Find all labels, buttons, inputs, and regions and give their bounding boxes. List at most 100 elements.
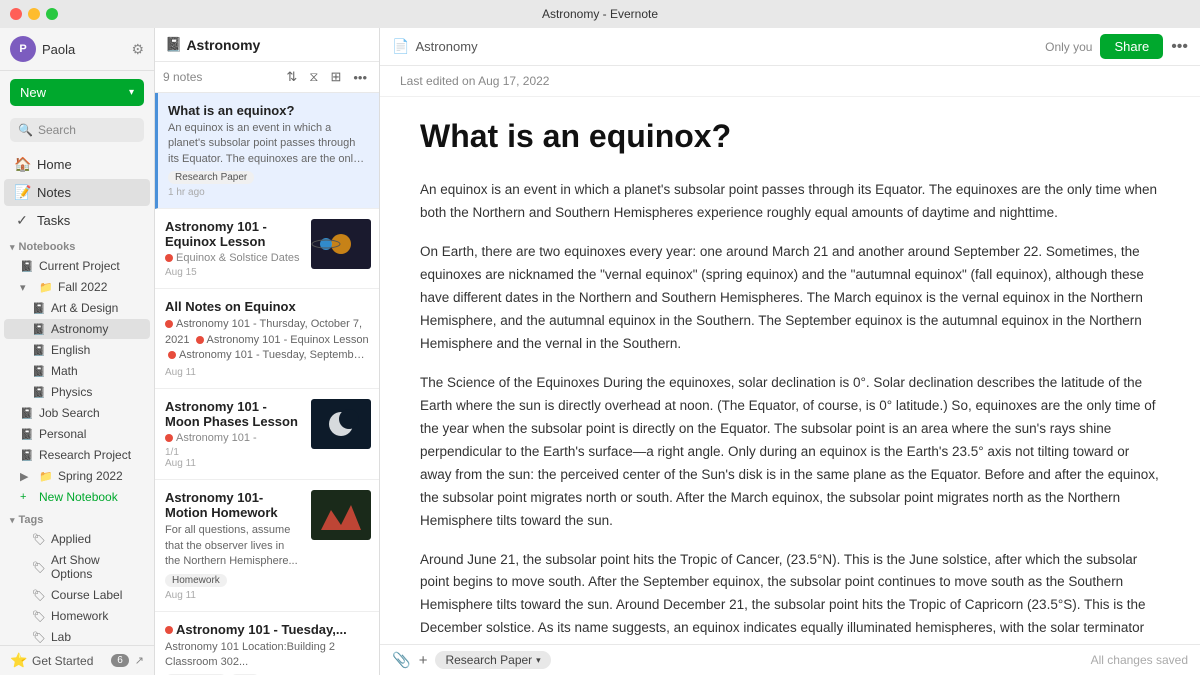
notebook-icon: 📓 xyxy=(20,260,34,273)
editor-toolbar-left: 📄 Astronomy xyxy=(392,38,1037,55)
note-tags: Homework xyxy=(165,574,369,587)
red-dot xyxy=(165,626,173,634)
editor-toolbar: 📄 Astronomy Only you Share ••• xyxy=(380,28,1200,66)
sidebar-item-research-project[interactable]: 📓 Research Project xyxy=(4,445,150,465)
note-thumbnail xyxy=(311,399,371,449)
sidebar-item-math[interactable]: 📓 Math xyxy=(4,361,150,381)
close-button[interactable] xyxy=(10,8,22,20)
notebook-icon: 📓 xyxy=(20,428,34,441)
red-dot xyxy=(196,336,204,344)
tag-label: Applied xyxy=(51,532,91,546)
sidebar-item-physics[interactable]: 📓 Physics xyxy=(4,382,150,402)
maximize-button[interactable] xyxy=(46,8,58,20)
tag-icon: 🏷 xyxy=(32,589,46,602)
tag-label: Homework xyxy=(51,609,108,623)
note-list: 📓 Astronomy 9 notes ⇅ ⧖ ⊞ ••• What is an… xyxy=(155,28,380,675)
sidebar-item-astronomy[interactable]: 📓 Astronomy xyxy=(4,319,150,339)
tag-icon: 🏷 xyxy=(32,631,46,644)
tag-chip: Research Paper xyxy=(168,171,254,184)
sidebar-item-lab[interactable]: 🏷 Lab xyxy=(4,627,150,645)
footer-tag[interactable]: Research Paper ▾ xyxy=(435,651,550,669)
add-note-icon[interactable]: 📎 xyxy=(392,651,411,669)
editor-footer: 📎 + Research Paper ▾ All changes saved xyxy=(380,644,1200,675)
notebook-icon: 📁 xyxy=(39,281,53,294)
paragraph: An equinox is an event in which a planet… xyxy=(420,179,1160,225)
more-options-button[interactable]: ••• xyxy=(1171,38,1188,56)
notebook-icon: 📁 xyxy=(39,470,53,483)
tags-section[interactable]: ▾ Tags xyxy=(0,508,154,528)
note-title: What is an equinox? xyxy=(168,103,369,118)
sidebar-item-english[interactable]: 📓 English xyxy=(4,340,150,360)
notebook-icon: 📓 xyxy=(32,386,46,399)
red-dot xyxy=(165,434,173,442)
window-controls[interactable] xyxy=(10,8,58,20)
note-date: Aug 11 xyxy=(165,590,369,601)
note-card[interactable]: Astronomy 101- Motion Homework For all q… xyxy=(155,480,379,611)
sidebar-item-course-label[interactable]: 🏷 Course Label xyxy=(4,585,150,605)
notebooks-section[interactable]: ▾ Notebooks xyxy=(0,235,154,255)
editor-area: 📄 Astronomy Only you Share ••• Last edit… xyxy=(380,28,1200,675)
tree-item-label: Current Project xyxy=(39,259,120,273)
editor-content[interactable]: What is an equinox? An equinox is an eve… xyxy=(380,97,1200,644)
note-card[interactable]: All Notes on Equinox Astronomy 101 - Thu… xyxy=(155,289,379,389)
note-card[interactable]: What is an equinox? An equinox is an eve… xyxy=(155,93,379,209)
chevron-icon: ▾ xyxy=(10,242,15,253)
list-toolbar: 9 notes ⇅ ⧖ ⊞ ••• xyxy=(155,62,379,93)
paragraph: The Science of the Equinoxes During the … xyxy=(420,372,1160,533)
tag-chip: Homework xyxy=(165,574,227,587)
view-icon[interactable]: ⊞ xyxy=(326,67,345,87)
search-bar[interactable]: 🔍 Search xyxy=(10,118,144,142)
sidebar-item-new-notebook[interactable]: + New Notebook xyxy=(4,487,150,507)
sidebar-item-art-design[interactable]: 📓 Art & Design xyxy=(4,298,150,318)
sidebar-item-applied[interactable]: 🏷 Applied xyxy=(4,529,150,549)
sidebar-item-job-search[interactable]: 📓 Job Search xyxy=(4,403,150,423)
note-date: 1 hr ago xyxy=(168,187,369,198)
gear-icon[interactable]: ⚙ xyxy=(131,41,144,58)
tree-item-label: Research Project xyxy=(39,448,131,462)
sidebar-item-personal[interactable]: 📓 Personal xyxy=(4,424,150,444)
paragraph: On Earth, there are two equinoxes every … xyxy=(420,241,1160,356)
note-thumbnail xyxy=(311,219,371,269)
sidebar-item-home[interactable]: 🏠 Home xyxy=(4,151,150,178)
tree-item-label: Fall 2022 xyxy=(58,280,107,294)
notebook-title: Astronomy xyxy=(186,37,369,53)
red-dot xyxy=(165,254,173,262)
minimize-button[interactable] xyxy=(28,8,40,20)
document-title: What is an equinox? xyxy=(420,117,1160,155)
filter-icon[interactable]: ⧖ xyxy=(305,67,322,87)
note-tags: Research Paper xyxy=(168,171,369,184)
search-icon: 🔍 xyxy=(18,123,33,137)
share-button[interactable]: Share xyxy=(1100,34,1163,59)
note-date: Aug 11 xyxy=(165,367,369,378)
red-dot xyxy=(165,320,173,328)
search-placeholder: Search xyxy=(38,123,76,137)
sidebar-footer[interactable]: ⭐ Get Started 6 ↗ xyxy=(0,645,154,675)
chevron-down-icon: ▾ xyxy=(536,655,541,666)
sidebar-item-fall-2022[interactable]: ▾ 📁 Fall 2022 xyxy=(4,277,150,297)
new-button[interactable]: New ▾ xyxy=(10,79,144,106)
sort-icon[interactable]: ⇅ xyxy=(282,67,301,87)
sidebar-item-spring-2022[interactable]: ▶ 📁 Spring 2022 xyxy=(4,466,150,486)
sidebar-item-label: Home xyxy=(37,157,72,172)
section-label: Tags xyxy=(19,514,44,526)
sidebar-item-homework[interactable]: 🏷 Homework xyxy=(4,606,150,626)
note-card[interactable]: Astronomy 101 - Equinox Lesson Equinox &… xyxy=(155,209,379,289)
document-body: An equinox is an event in which a planet… xyxy=(420,179,1160,644)
more-options-icon[interactable]: ••• xyxy=(349,68,371,87)
sidebar-item-tasks[interactable]: ✓ Tasks xyxy=(4,207,150,234)
sidebar-item-notes[interactable]: 📝 Notes xyxy=(4,179,150,206)
sidebar-item-current-project[interactable]: 📓 Current Project xyxy=(4,256,150,276)
add-icon: + xyxy=(20,491,34,503)
sidebar: P Paola ⚙ New ▾ 🔍 Search 🏠 Home 📝 Notes xyxy=(0,28,155,675)
tree-item-label: Astronomy xyxy=(51,322,108,336)
sidebar-item-label: Tasks xyxy=(37,213,70,228)
note-title: Astronomy 101 - Tuesday,... xyxy=(165,622,369,637)
editor-toolbar-right: Only you Share ••• xyxy=(1045,34,1188,59)
insert-icon[interactable]: + xyxy=(419,652,428,669)
note-card[interactable]: Astronomy 101 - Tuesday,... Astronomy 10… xyxy=(155,612,379,675)
editor-meta: Last edited on Aug 17, 2022 xyxy=(380,66,1200,97)
note-card[interactable]: Astronomy 101 - Moon Phases Lesson Astro… xyxy=(155,389,379,480)
sidebar-item-art-show[interactable]: 🏷 Art Show Options xyxy=(4,550,150,584)
note-icon: 📄 xyxy=(392,38,409,55)
tag-label: Course Label xyxy=(51,588,122,602)
